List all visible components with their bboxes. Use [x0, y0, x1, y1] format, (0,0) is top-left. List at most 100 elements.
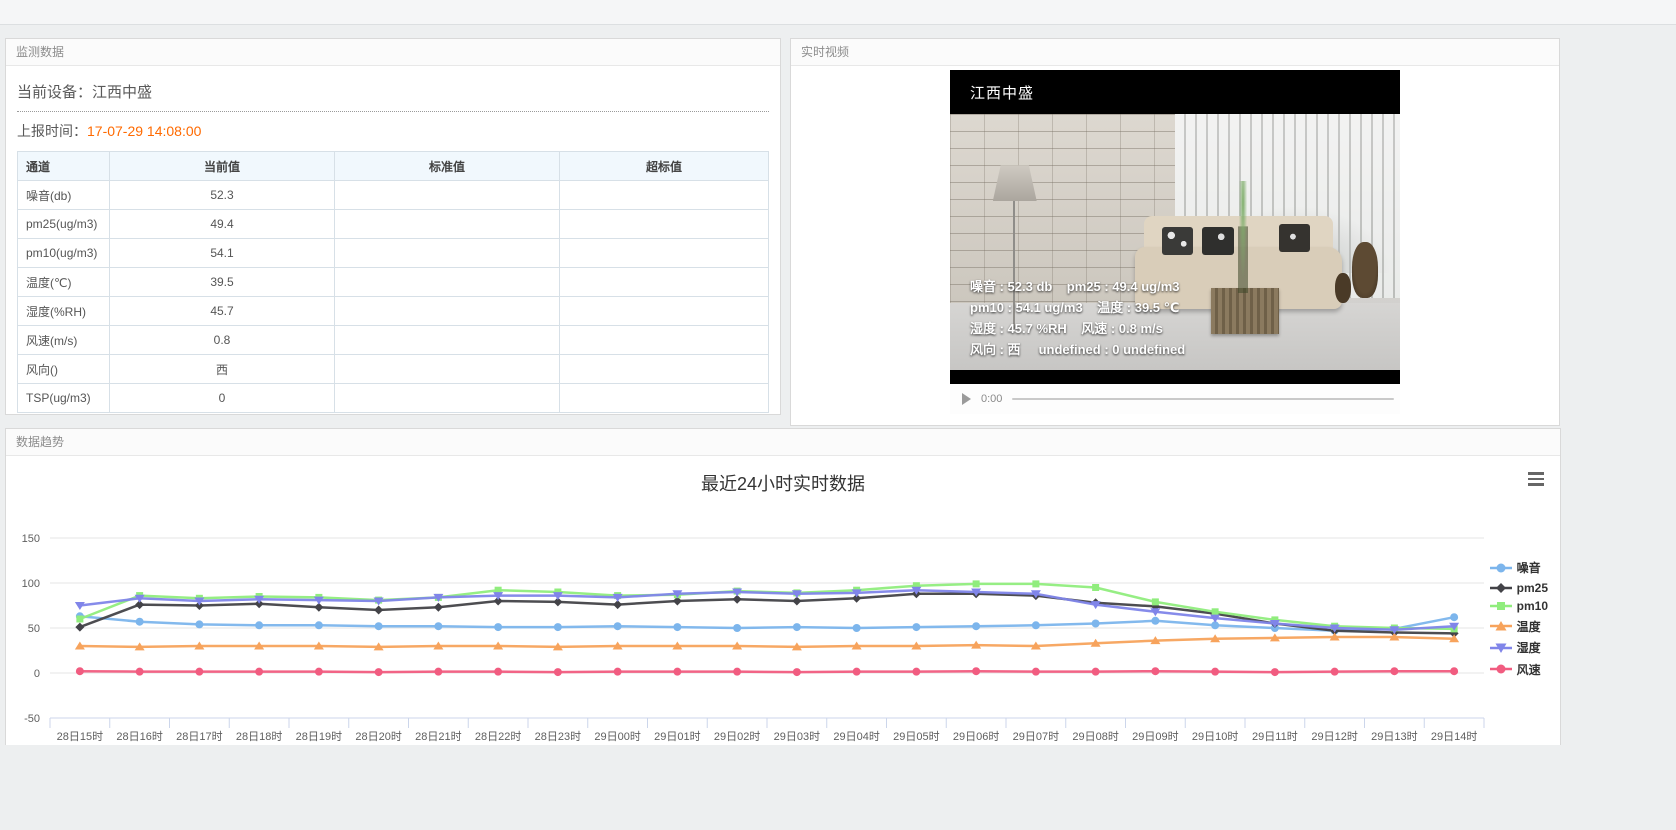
table-row: 湿度(%RH)45.7	[18, 297, 769, 326]
chart-point[interactable]	[76, 667, 84, 675]
channel-table-header: 超标值	[560, 152, 769, 181]
chart-point[interactable]	[195, 668, 203, 676]
chart-point[interactable]	[554, 668, 562, 676]
legend-marker-icon	[1490, 582, 1512, 594]
legend-label: 噪音	[1517, 559, 1541, 576]
chart-point[interactable]	[793, 623, 801, 631]
chart-point[interactable]	[673, 668, 681, 676]
video-player[interactable]: 江西中盛 噪音 : 52.3 db pm25 : 49.4 ug/m3pm10	[950, 70, 1400, 384]
svg-text:28日22时: 28日22时	[475, 730, 521, 743]
legend-label: pm25	[1517, 581, 1548, 595]
table-cell-standard	[335, 355, 560, 384]
table-cell-current: 39.5	[110, 268, 335, 297]
chart-title: 最近24小时实时数据	[6, 456, 1560, 496]
chart-point[interactable]	[912, 668, 920, 676]
play-icon[interactable]	[962, 393, 971, 405]
chart-point[interactable]	[375, 622, 383, 630]
chart-point[interactable]	[195, 620, 203, 628]
channel-table: 通道当前值标准值超标值 噪音(db)52.3pm25(ug/m3)49.4pm1…	[17, 151, 769, 413]
chart-point[interactable]	[374, 606, 383, 615]
chart-point[interactable]	[853, 668, 861, 676]
chart-point[interactable]	[375, 668, 383, 676]
chart-point[interactable]	[1211, 668, 1219, 676]
chart-point[interactable]	[1151, 617, 1159, 625]
chart-point[interactable]	[973, 580, 980, 587]
legend-item-pm10[interactable]: pm10	[1490, 599, 1548, 613]
chart-point[interactable]	[76, 616, 83, 623]
chart-point[interactable]	[315, 668, 323, 676]
table-cell-current: 49.4	[110, 210, 335, 239]
chart-point[interactable]	[1092, 668, 1100, 676]
chart-point[interactable]	[1092, 584, 1099, 591]
data-trend-panel: 数据趋势 最近24小时实时数据 -5005010015028日15时28日16时…	[5, 428, 1561, 745]
chart-point[interactable]	[733, 668, 741, 676]
svg-text:150: 150	[22, 533, 40, 545]
table-cell-current: 0.8	[110, 326, 335, 355]
chart-point[interactable]	[853, 624, 861, 632]
legend-marker-icon	[1490, 642, 1512, 654]
table-cell-channel: 湿度(%RH)	[18, 297, 110, 326]
chart-point[interactable]	[1331, 668, 1339, 676]
chart-point[interactable]	[614, 668, 622, 676]
chart-point[interactable]	[733, 624, 741, 632]
svg-text:29日06时: 29日06时	[953, 730, 999, 743]
table-cell-current: 45.7	[110, 297, 335, 326]
chart-point[interactable]	[1092, 620, 1100, 628]
video-bottom-bar	[950, 370, 1400, 384]
chart-point[interactable]	[1032, 668, 1040, 676]
chart-point[interactable]	[1450, 613, 1458, 621]
legend-item-噪音[interactable]: 噪音	[1490, 559, 1548, 576]
chart-point[interactable]	[75, 623, 84, 632]
chart-point[interactable]	[912, 623, 920, 631]
table-cell-current: 西	[110, 355, 335, 384]
chart-point[interactable]	[136, 668, 144, 676]
legend-item-pm25[interactable]: pm25	[1490, 581, 1548, 595]
chart-point[interactable]	[494, 668, 502, 676]
chart-point[interactable]	[554, 623, 562, 631]
trend-panel-title: 数据趋势	[6, 429, 1560, 456]
chart-point[interactable]	[1032, 621, 1040, 629]
chart-point[interactable]	[494, 623, 502, 631]
table-cell-standard	[335, 210, 560, 239]
table-cell-standard	[335, 181, 560, 210]
chart-point[interactable]	[1212, 608, 1219, 615]
chart-point[interactable]	[434, 668, 442, 676]
chart-point[interactable]	[1271, 668, 1279, 676]
table-cell-standard	[335, 239, 560, 268]
table-cell-channel: 温度(℃)	[18, 268, 110, 297]
chart-point[interactable]	[614, 622, 622, 630]
channel-table-body: 噪音(db)52.3pm25(ug/m3)49.4pm10(ug/m3)54.1…	[18, 181, 769, 413]
photo-vase	[1352, 242, 1378, 298]
chart-point[interactable]	[972, 622, 980, 630]
legend-item-风速[interactable]: 风速	[1490, 661, 1548, 678]
table-row: TSP(ug/m3)0	[18, 384, 769, 413]
chart-point[interactable]	[673, 623, 681, 631]
svg-text:29日07时: 29日07时	[1013, 730, 1059, 743]
series-line-风速	[80, 671, 1454, 672]
chart-point[interactable]	[315, 621, 323, 629]
video-controls-bar: 0:00	[950, 384, 1400, 414]
chart-point[interactable]	[434, 603, 443, 612]
legend-item-湿度[interactable]: 湿度	[1490, 639, 1548, 656]
chart-point[interactable]	[972, 667, 980, 675]
chart-point[interactable]	[136, 618, 144, 626]
chart-legend: 噪音 pm25 pm10 温度湿度风速	[1490, 559, 1548, 678]
table-cell-exceed	[560, 326, 769, 355]
chart-point[interactable]	[255, 621, 263, 629]
chart-point[interactable]	[434, 622, 442, 630]
chart-point[interactable]	[1032, 580, 1039, 587]
legend-item-温度[interactable]: 温度	[1490, 618, 1548, 635]
table-cell-standard	[335, 268, 560, 297]
hamburger-menu-icon[interactable]	[1528, 472, 1544, 489]
chart-point[interactable]	[1450, 667, 1458, 675]
chart-point[interactable]	[255, 668, 263, 676]
channel-table-header: 标准值	[335, 152, 560, 181]
chart-point[interactable]	[1152, 598, 1159, 605]
chart-point[interactable]	[793, 668, 801, 676]
legend-label: 风速	[1517, 661, 1541, 678]
chart-point[interactable]	[1390, 667, 1398, 675]
photo-pillow	[1202, 227, 1234, 255]
chart-point[interactable]	[1151, 667, 1159, 675]
legend-label: pm10	[1517, 599, 1548, 613]
video-seek-bar[interactable]	[1012, 398, 1394, 400]
